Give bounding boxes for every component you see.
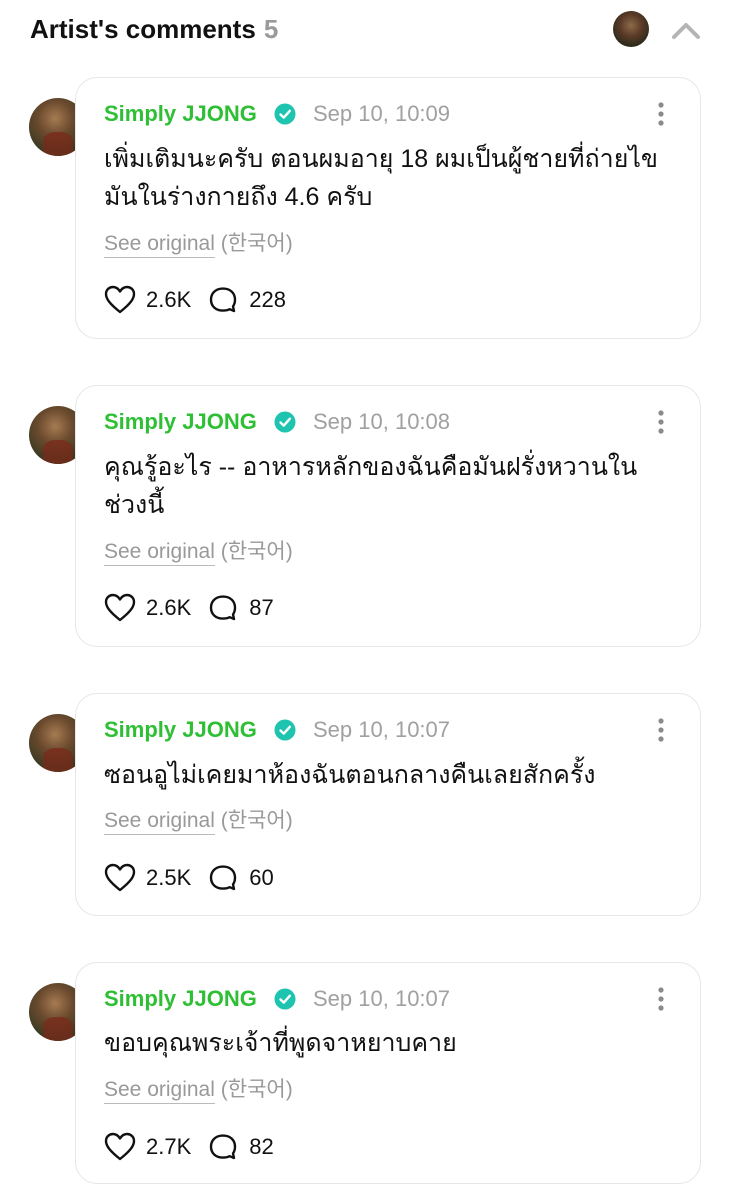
heart-icon[interactable]: [104, 862, 136, 894]
reply-count: 87: [249, 595, 274, 620]
see-original-row: See original (한국어): [104, 535, 293, 566]
comment-stats: 2.5K 60: [104, 861, 274, 895]
section-title-text: Artist's comments: [30, 14, 256, 44]
more-vertical-icon[interactable]: [652, 100, 670, 128]
like-count: 2.5K: [146, 865, 192, 890]
section-title: Artist's comments 5: [30, 14, 278, 45]
original-language: (한국어): [220, 809, 293, 832]
original-language: (한국어): [220, 1078, 293, 1101]
heart-icon[interactable]: [104, 284, 136, 316]
comment-count: 5: [263, 14, 279, 44]
reply-count: 82: [249, 1134, 274, 1159]
speech-bubble-icon[interactable]: [207, 862, 239, 894]
reply-count: 60: [249, 865, 274, 890]
speech-bubble-icon[interactable]: [207, 592, 239, 624]
like-count: 2.6K: [146, 595, 192, 620]
comment-timestamp: Sep 10, 10:07: [313, 986, 451, 1011]
verified-badge-icon: [274, 411, 296, 433]
verified-badge-icon: [274, 719, 296, 741]
verified-badge-icon: [274, 103, 296, 125]
author-name[interactable]: Simply JJONG: [104, 717, 257, 743]
comment-timestamp: Sep 10, 10:09: [313, 101, 451, 126]
comments-header: Artist's comments 5: [0, 0, 734, 60]
see-original-row: See original (한국어): [104, 227, 293, 258]
original-language: (한국어): [220, 232, 293, 255]
verified-badge-icon: [274, 988, 296, 1010]
reply-count: 228: [249, 287, 286, 312]
heart-icon[interactable]: [104, 1131, 136, 1163]
see-original-row: See original (한국어): [104, 1073, 293, 1104]
comment-timestamp: Sep 10, 10:08: [313, 409, 451, 434]
see-original-row: See original (한국어): [104, 804, 293, 835]
more-vertical-icon[interactable]: [652, 408, 670, 436]
see-original-link[interactable]: See original: [104, 1078, 215, 1104]
author-name[interactable]: Simply JJONG: [104, 409, 257, 435]
comment-stats: 2.6K 87: [104, 591, 274, 625]
more-vertical-icon[interactable]: [652, 985, 670, 1013]
author-name[interactable]: Simply JJONG: [104, 986, 257, 1012]
more-vertical-icon[interactable]: [652, 716, 670, 744]
like-count: 2.7K: [146, 1134, 192, 1159]
comment-stats: 2.6K 228: [104, 283, 286, 317]
see-original-link[interactable]: See original: [104, 232, 215, 258]
chevron-up-icon[interactable]: [668, 16, 704, 44]
author-name[interactable]: Simply JJONG: [104, 101, 257, 127]
comment-text: ซอนอูไม่เคยมาห้องฉันตอนกลางคืนเลยสักครั้…: [104, 761, 596, 789]
comment-text: คุณรู้อะไร -- อาหารหลักของฉันคือมันฝรั่ง…: [104, 453, 638, 519]
artist-avatar[interactable]: [613, 11, 649, 47]
heart-icon[interactable]: [104, 592, 136, 624]
comment-timestamp: Sep 10, 10:07: [313, 717, 451, 742]
like-count: 2.6K: [146, 287, 192, 312]
speech-bubble-icon[interactable]: [207, 1131, 239, 1163]
original-language: (한국어): [220, 540, 293, 563]
comment-stats: 2.7K 82: [104, 1130, 274, 1164]
comment-text: เพิ่มเติมนะครับ ตอนผมอายุ 18 ผมเป็นผู้ชา…: [104, 145, 659, 211]
see-original-link[interactable]: See original: [104, 809, 215, 835]
comment-text: ขอบคุณพระเจ้าที่พูดจาหยาบคาย: [104, 1029, 457, 1057]
see-original-link[interactable]: See original: [104, 540, 215, 566]
speech-bubble-icon[interactable]: [207, 284, 239, 316]
